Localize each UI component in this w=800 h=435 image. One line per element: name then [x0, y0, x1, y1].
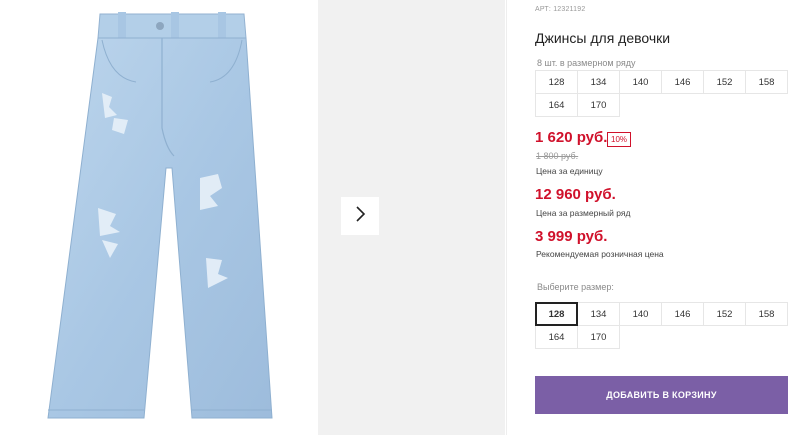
size-option-140[interactable]: 140: [619, 302, 662, 326]
pack-size-cell: 152: [703, 70, 746, 94]
unit-price-label: Цена за единицу: [536, 166, 603, 176]
pack-size-cell: 158: [745, 70, 788, 94]
pack-size-cell: 134: [577, 70, 620, 94]
column-divider: [506, 0, 507, 435]
pack-size-note: 8 шт. в размерном ряду: [537, 58, 636, 68]
size-option-152[interactable]: 152: [703, 302, 746, 326]
size-option-164[interactable]: 164: [535, 325, 578, 349]
choose-size-label: Выберите размер:: [537, 282, 614, 292]
pack-size-cell: 164: [535, 93, 578, 117]
product-title: Джинсы для девочки: [535, 30, 671, 46]
retail-price: 3 999 руб.: [535, 228, 608, 245]
unit-price: 1 620 руб.: [535, 129, 608, 146]
pack-sizes-grid: 128 134 140 146 152 158 164 170: [535, 70, 793, 117]
pack-size-cell: 140: [619, 70, 662, 94]
pack-size-cell: 128: [535, 70, 578, 94]
gallery-next-button[interactable]: [341, 197, 379, 235]
size-option-170[interactable]: 170: [577, 325, 620, 349]
size-option-128[interactable]: 128: [535, 302, 578, 326]
retail-price-label: Рекомендуемая розничная цена: [536, 249, 664, 259]
discount-badge: 10%: [607, 132, 632, 147]
chevron-right-icon: [354, 205, 366, 227]
old-price: 1 800 руб.: [536, 151, 579, 161]
pack-size-cell: 170: [577, 93, 620, 117]
size-option-146[interactable]: 146: [661, 302, 704, 326]
pack-size-cell: 146: [661, 70, 704, 94]
product-image-area: [0, 0, 318, 435]
add-to-cart-button[interactable]: ДОБАВИТЬ В КОРЗИНУ: [535, 376, 788, 414]
jeans-product-image[interactable]: [40, 8, 280, 423]
pack-price-label: Цена за размерный ряд: [536, 208, 631, 218]
size-option-134[interactable]: 134: [577, 302, 620, 326]
article-number: АРТ: 12321192: [535, 6, 586, 13]
pack-price: 12 960 руб.: [535, 186, 616, 203]
size-selector: 128 134 140 146 152 158 164 170: [535, 302, 793, 349]
size-option-158[interactable]: 158: [745, 302, 788, 326]
